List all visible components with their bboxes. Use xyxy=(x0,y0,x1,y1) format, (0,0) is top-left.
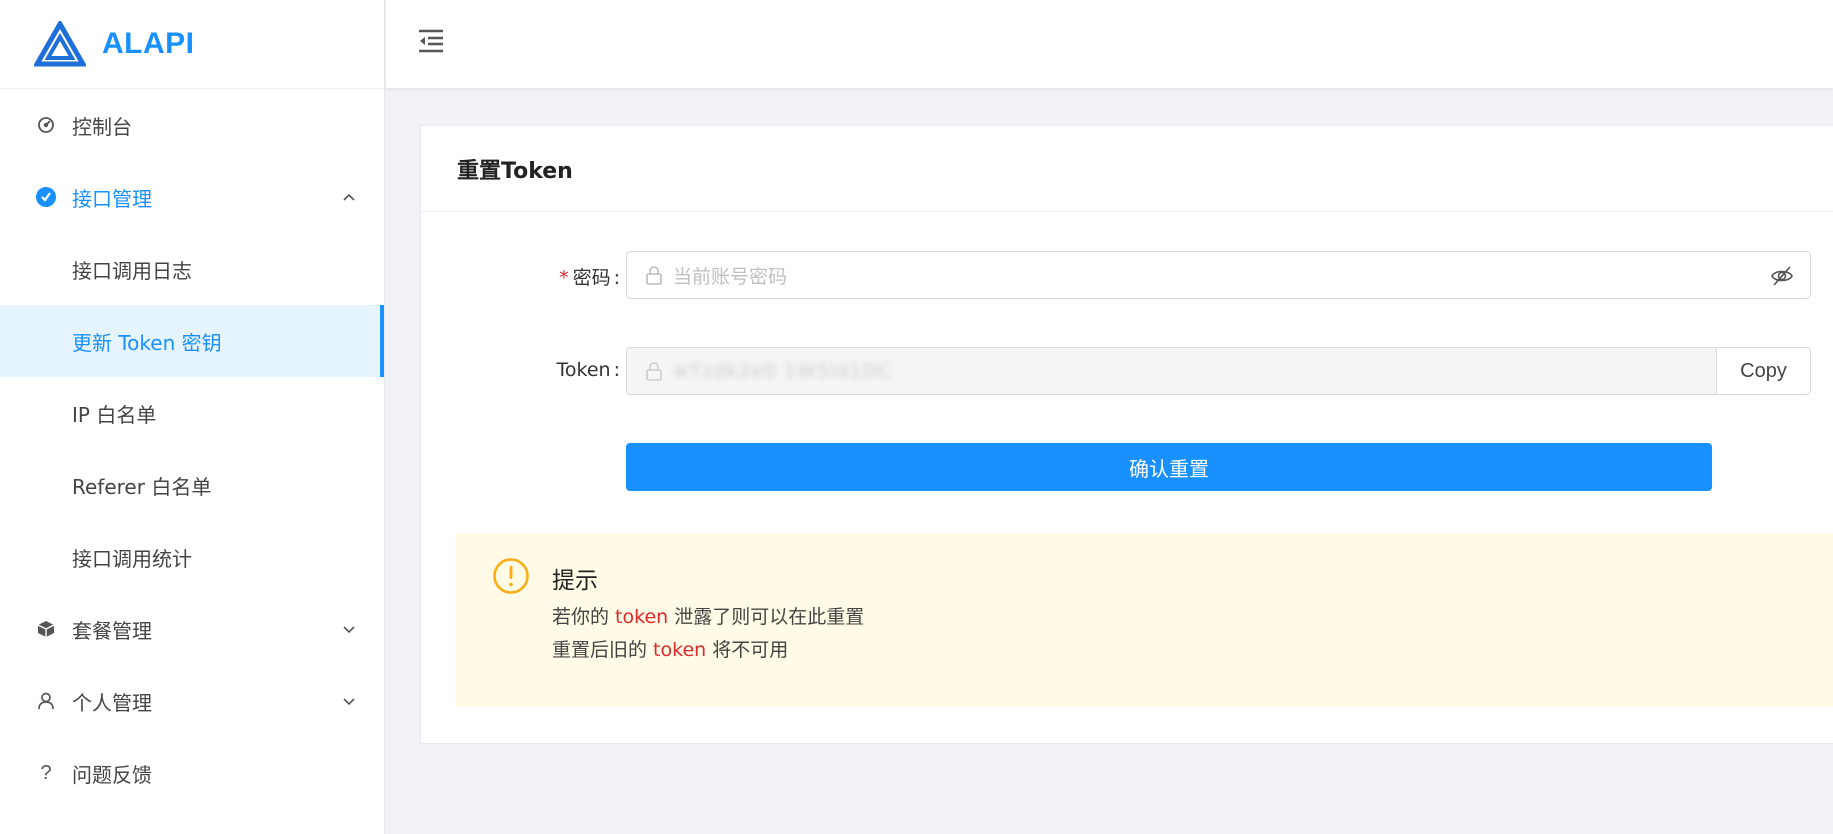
sidebar-item-dashboard[interactable]: 控制台 xyxy=(0,89,384,161)
check-circle-icon xyxy=(35,186,57,208)
password-label: * 密码: xyxy=(559,267,620,289)
sidebar-item-ip-whitelist[interactable]: IP 白名单 xyxy=(0,377,384,449)
top-header xyxy=(386,0,1833,88)
sidebar-item-label: 更新 Token 密钥 xyxy=(72,330,222,355)
required-mark: * xyxy=(559,267,569,289)
sidebar-item-api-stats[interactable]: 接口调用统计 xyxy=(0,521,384,593)
token-label: Token: xyxy=(556,359,620,381)
password-input[interactable]: 当前账号密码 xyxy=(626,251,1811,299)
sidebar-item-package-management[interactable]: 套餐管理 xyxy=(0,593,384,665)
tip-alert: 提示 若你的 token 泄露了则可以在此重置 重置后旧的 token 将不可用 xyxy=(456,533,1833,707)
alert-line-1: 若你的 token 泄露了则可以在此重置 xyxy=(552,606,865,628)
eye-invisible-icon[interactable] xyxy=(1770,265,1794,287)
alert-line-2: 重置后旧的 token 将不可用 xyxy=(552,639,789,661)
password-placeholder: 当前账号密码 xyxy=(673,265,788,288)
lock-icon xyxy=(646,266,662,285)
sidebar-item-label: 个人管理 xyxy=(72,690,152,715)
logo[interactable]: ALAPI xyxy=(0,0,384,89)
package-icon xyxy=(35,618,57,640)
alapi-logo-icon xyxy=(34,21,86,67)
sidebar-item-personal[interactable]: 个人管理 xyxy=(0,665,384,737)
sidebar-item-label: 套餐管理 xyxy=(72,618,152,643)
user-icon xyxy=(35,690,57,712)
token-field[interactable]: wTzdk2e0 1W5ld1DC xyxy=(626,347,1718,395)
token-value: wTzdk2e0 1W5ld1DC xyxy=(673,360,893,382)
alert-title: 提示 xyxy=(552,568,598,594)
sidebar-item-label: 控制台 xyxy=(72,114,132,139)
chevron-down-icon xyxy=(343,698,355,706)
card-title: 重置Token xyxy=(421,126,1833,212)
sidebar-item-api-management[interactable]: 接口管理 xyxy=(0,161,384,233)
sidebar-item-label: 问题反馈 xyxy=(72,762,152,787)
question-icon: ? xyxy=(40,761,52,784)
sidebar-item-feedback[interactable]: ? 问题反馈 xyxy=(0,737,384,809)
sidebar-item-update-token[interactable]: 更新 Token 密钥 xyxy=(0,305,384,377)
sidebar-item-label: 接口管理 xyxy=(72,186,152,211)
confirm-reset-button[interactable]: 确认重置 xyxy=(626,443,1712,491)
sidebar-item-referer-whitelist[interactable]: Referer 白名单 xyxy=(0,449,384,521)
sidebar-item-label: 接口调用统计 xyxy=(72,546,192,571)
chevron-up-icon xyxy=(343,193,355,201)
brand-name: ALAPI xyxy=(102,27,195,60)
sidebar-item-label: Referer 白名单 xyxy=(72,474,212,499)
copy-button[interactable]: Copy xyxy=(1716,347,1811,395)
menu-fold-icon[interactable] xyxy=(416,26,446,56)
sidebar-item-label: IP 白名单 xyxy=(72,402,157,427)
sidebar: ALAPI 控制台 接口管理 接口调用日志 更新 Token 密钥 IP 白名单… xyxy=(0,0,385,834)
lock-icon xyxy=(646,362,662,381)
sidebar-item-api-logs[interactable]: 接口调用日志 xyxy=(0,233,384,305)
sidebar-item-label: 接口调用日志 xyxy=(72,258,192,283)
chevron-down-icon xyxy=(343,626,355,634)
dashboard-icon xyxy=(35,114,57,136)
exclamation-circle-icon xyxy=(493,558,529,594)
